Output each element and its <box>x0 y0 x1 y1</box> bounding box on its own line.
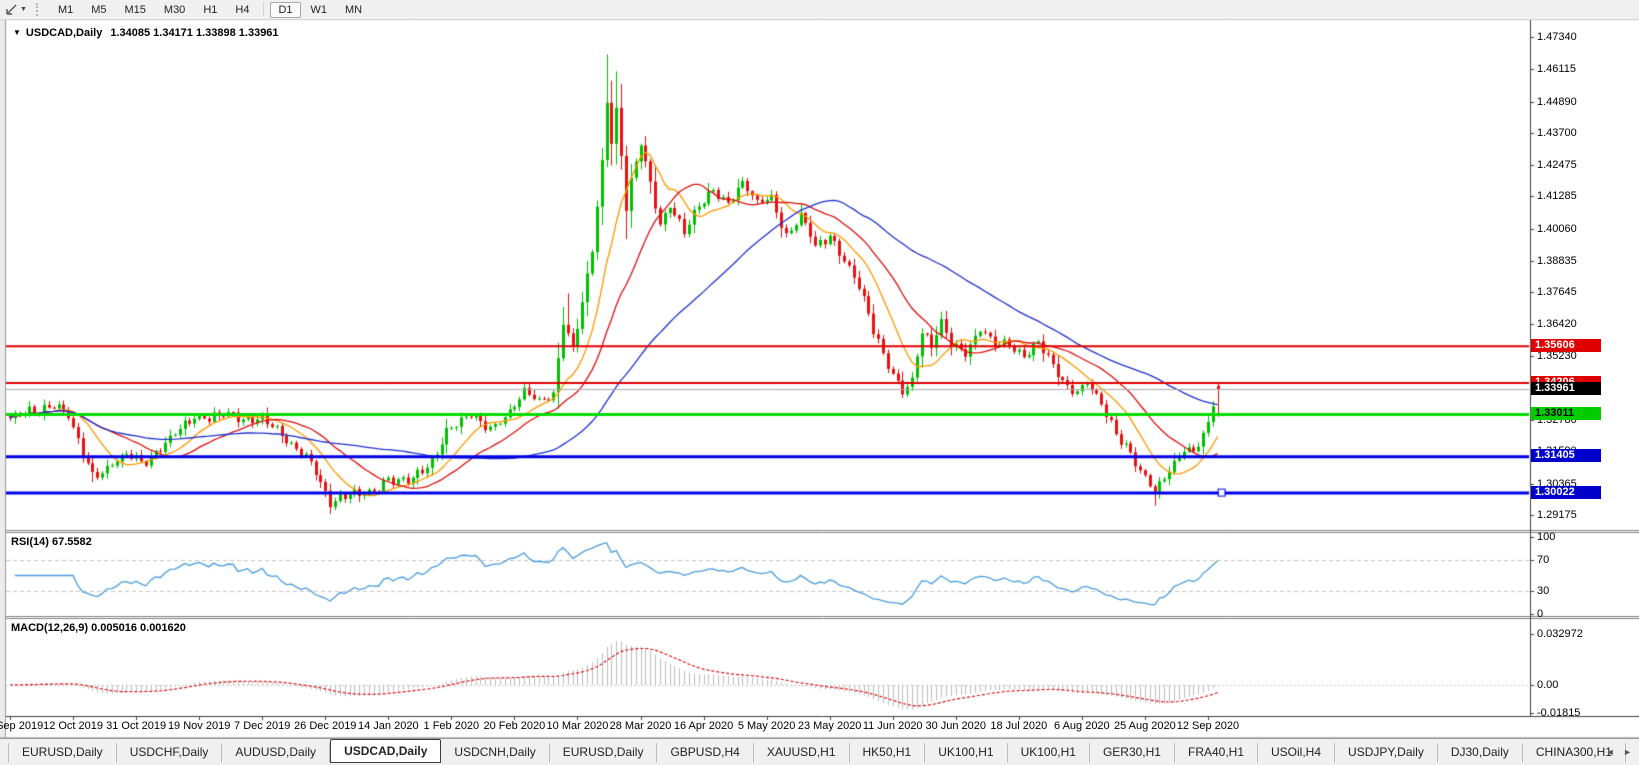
tab-usdcnh-daily[interactable]: USDCNH,Daily <box>441 743 550 762</box>
tf-button-m1[interactable]: M1 <box>50 2 81 18</box>
tf-button-h4[interactable]: H4 <box>227 2 257 18</box>
tab-xauusd-h1[interactable]: XAUUSD,H1 <box>753 743 850 762</box>
tab-usdchf-daily[interactable]: USDCHF,Daily <box>116 743 223 762</box>
timeframe-buttons: M1 M5 M15 M30 H1 H4 D1 W1 MN <box>49 1 371 18</box>
tf-button-m15[interactable]: M15 <box>117 2 154 18</box>
tab-hk50-h1[interactable]: HK50,H1 <box>849 743 926 762</box>
tab-fra40-h1[interactable]: FRA40,H1 <box>1174 743 1259 762</box>
chart-cursor-icon[interactable] <box>2 2 20 17</box>
tab-audusd-daily[interactable]: AUDUSD,Daily <box>222 743 331 762</box>
tab-dj30-daily[interactable]: DJ30,Daily <box>1437 743 1523 762</box>
tab-scroll-left-icon[interactable]: ◄ <box>1606 747 1618 757</box>
tab-usoil-h4[interactable]: USOil,H4 <box>1258 743 1336 762</box>
chart-tab-bar: EURUSD,Daily USDCHF,Daily AUDUSD,Daily USDC… <box>0 738 1639 765</box>
chart-title: ▼ USDCAD,Daily 1.34085 1.34171 1.33898 1.3… <box>13 27 279 39</box>
tab-scroll-arrows: ◄ ► <box>1606 747 1635 757</box>
tf-button-m30[interactable]: M30 <box>156 2 193 18</box>
tab-ger30-h1[interactable]: GER30,H1 <box>1089 743 1175 762</box>
toolbar-grip[interactable] <box>35 3 41 16</box>
toolbar-separator <box>263 1 265 16</box>
macd-indicator-label: MACD(12,26,9) 0.005016 0.001620 <box>11 622 186 634</box>
collapse-caret-icon[interactable]: ▼ <box>13 28 21 37</box>
tf-button-mn[interactable]: MN <box>337 2 370 18</box>
dropdown-caret-icon[interactable]: ▼ <box>20 6 27 13</box>
toolbar: ▼ M1 M5 M15 M30 H1 H4 D1 W1 MN <box>0 0 1639 20</box>
tab-eurusd-daily[interactable]: EURUSD,Daily <box>549 743 658 762</box>
tab-eurusd-daily[interactable]: EURUSD,Daily <box>8 743 117 762</box>
tab-scroll-right-icon[interactable]: ► <box>1623 747 1635 757</box>
rsi-indicator-label: RSI(14) 67.5582 <box>11 536 92 548</box>
tf-button-h1[interactable]: H1 <box>195 2 225 18</box>
tab-usdcad-daily[interactable]: USDCAD,Daily <box>330 739 442 763</box>
tab-gbpusd-h4[interactable]: GBPUSD,H4 <box>657 743 754 762</box>
tf-button-d1[interactable]: D1 <box>270 1 301 18</box>
tf-button-m5[interactable]: M5 <box>83 2 114 18</box>
tab-uk100-h1[interactable]: UK100,H1 <box>1007 743 1090 762</box>
chart-tabs: EURUSD,Daily USDCHF,Daily AUDUSD,Daily USDC… <box>0 739 1639 765</box>
chart-symbol-label: USDCAD,Daily <box>25 27 103 39</box>
chart-ohlc-values: 1.34085 1.34171 1.33898 1.33961 <box>110 27 279 39</box>
tf-button-w1[interactable]: W1 <box>303 2 336 18</box>
tab-usdjpy-daily[interactable]: USDJPY,Daily <box>1335 743 1438 762</box>
price-chart-canvas[interactable] <box>0 0 1639 765</box>
tab-uk100-h1[interactable]: UK100,H1 <box>925 743 1008 762</box>
